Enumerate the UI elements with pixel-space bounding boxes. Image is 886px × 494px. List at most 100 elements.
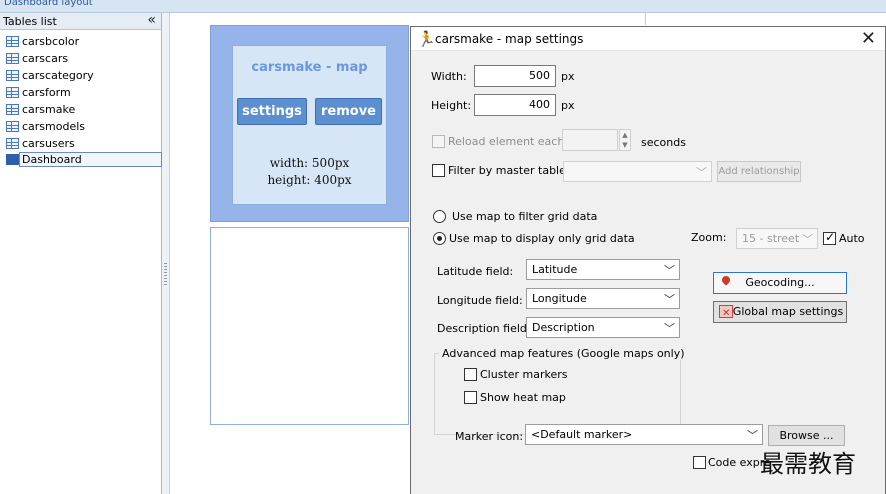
table-item-carscategory[interactable]: carscategory <box>4 68 161 83</box>
advanced-features-label: Advanced map features (Google maps only) <box>439 347 688 360</box>
browse-button[interactable]: Browse ... <box>768 425 845 446</box>
marker-icon-label: Marker icon: <box>455 430 524 443</box>
table-item-label: carscategory <box>22 69 94 82</box>
table-item-label: carsbcolor <box>22 35 80 48</box>
splitter-grip-icon[interactable] <box>164 263 167 285</box>
description-dropdown[interactable]: Description ﹀ <box>526 317 680 338</box>
latitude-label: Latitude field: <box>437 265 514 278</box>
latitude-dropdown[interactable]: Latitude ﹀ <box>526 259 680 280</box>
cluster-markers-checkbox[interactable] <box>464 368 477 381</box>
heat-map-checkbox[interactable] <box>464 391 477 404</box>
width-input[interactable]: 500 <box>474 65 556 87</box>
width-unit: px <box>561 70 575 83</box>
table-item-carsmodels[interactable]: carsmodels <box>4 119 161 134</box>
panel-splitter[interactable] <box>162 13 170 494</box>
table-item-label: carsmake <box>22 103 76 116</box>
description-value: Description <box>532 321 595 334</box>
zoom-label: Zoom: <box>691 231 727 244</box>
close-icon[interactable]: ✕ <box>861 28 876 49</box>
empty-element-cell[interactable] <box>210 227 409 425</box>
dashboard-icon <box>6 154 19 165</box>
height-input[interactable]: 400 <box>474 94 556 116</box>
geocoding-button[interactable]: Geocoding... <box>713 272 847 294</box>
tables-list-title: Tables list <box>3 15 57 28</box>
map-settings-dialog: 🏃 carsmake - map settings ✕ Width: 500 p… <box>410 26 886 494</box>
table-icon <box>6 87 19 98</box>
width-label: Width: <box>431 70 467 83</box>
add-relationship-button[interactable]: Add relationship <box>717 161 801 182</box>
longitude-dropdown[interactable]: Longitude ﹀ <box>526 288 680 309</box>
chevron-down-icon: ﹀ <box>747 429 758 442</box>
canvas-divider <box>645 13 646 25</box>
tables-list-panel: Tables list « carsbcolor carscars carsca… <box>0 12 162 494</box>
collapse-icon[interactable]: « <box>147 12 156 28</box>
window-title: Dashboard layout <box>4 0 93 8</box>
element-remove-button[interactable]: remove <box>315 98 382 125</box>
geocoding-button-label: Geocoding... <box>745 276 815 289</box>
table-item-label: Dashboard <box>22 153 82 166</box>
chevron-down-icon: ﹀ <box>802 233 813 246</box>
table-item-label: carsusers <box>22 137 75 150</box>
cluster-markers-label: Cluster markers <box>480 368 568 381</box>
table-item-carsmake[interactable]: carsmake <box>4 102 161 117</box>
element-title: carsmake - map <box>251 60 368 75</box>
chevron-down-icon: ﹀ <box>664 322 675 335</box>
dialog-title-bar[interactable]: 🏃 carsmake - map settings ✕ <box>411 27 885 51</box>
table-item-carscars[interactable]: carscars <box>4 51 161 66</box>
element-height-text: height: 400px <box>267 173 352 187</box>
element-width-text: width: 500px <box>269 156 350 170</box>
display-grid-label: Use map to display only grid data <box>449 232 635 245</box>
table-icon <box>6 53 19 64</box>
marker-icon-value: <Default marker> <box>531 428 633 441</box>
table-item-label: carsform <box>22 86 71 99</box>
table-item-dashboard[interactable]: Dashboard <box>4 152 162 167</box>
app-runner-icon: 🏃 <box>417 30 436 48</box>
reload-spinner-icon[interactable]: ▲ ▼ <box>619 129 631 151</box>
map-element-card: carsmake - map settings remove width: 50… <box>232 45 387 205</box>
filter-master-label: Filter by master table <box>448 164 566 177</box>
global-map-settings-label: Global map settings <box>732 305 844 318</box>
table-item-label: carscars <box>22 52 69 65</box>
filter-grid-radio[interactable] <box>433 210 446 223</box>
dialog-body: Width: 500 px Height: 400 px Reload elem… <box>411 51 885 494</box>
filter-grid-label: Use map to filter grid data <box>452 210 598 223</box>
latitude-value: Latitude <box>532 263 578 276</box>
zoom-value: 15 - street <box>742 232 800 245</box>
table-item-label: carsmodels <box>22 120 86 133</box>
master-table-dropdown[interactable]: ﹀ <box>563 161 712 182</box>
table-item-carsusers[interactable]: carsusers <box>4 136 161 151</box>
table-item-carsform[interactable]: carsform <box>4 85 161 100</box>
window-title-bar: Dashboard layout <box>0 0 886 13</box>
chevron-down-icon: ﹀ <box>664 293 675 306</box>
code-expression-checkbox[interactable] <box>693 456 706 469</box>
table-icon <box>6 121 19 132</box>
height-unit: px <box>561 99 575 112</box>
table-icon <box>6 104 19 115</box>
longitude-label: Longitude field: <box>437 294 523 307</box>
dialog-title: carsmake - map settings <box>435 32 584 46</box>
global-map-settings-button[interactable]: Global map settings <box>713 301 847 323</box>
reload-seconds-input[interactable] <box>562 129 618 151</box>
height-label: Height: <box>431 99 472 112</box>
marker-icon-dropdown[interactable]: <Default marker> ﹀ <box>525 424 763 445</box>
map-settings-icon <box>719 304 733 323</box>
chevron-down-icon: ﹀ <box>664 264 675 277</box>
element-settings-button[interactable]: settings <box>237 98 307 125</box>
heat-map-label: Show heat map <box>480 391 566 404</box>
reload-label: Reload element each <box>448 135 565 148</box>
table-icon <box>6 138 19 149</box>
watermark-text: 最需教育 <box>760 450 856 478</box>
table-icon <box>6 36 19 47</box>
chevron-down-icon: ﹀ <box>696 166 707 179</box>
zoom-dropdown[interactable]: 15 - street ﹀ <box>736 228 818 249</box>
display-grid-radio[interactable] <box>433 232 446 245</box>
seconds-label: seconds <box>641 136 686 149</box>
longitude-value: Longitude <box>532 292 587 305</box>
filter-master-checkbox[interactable] <box>432 164 445 177</box>
reload-checkbox[interactable] <box>432 135 445 148</box>
table-item-carsbcolor[interactable]: carsbcolor <box>4 34 161 49</box>
description-label: Description field: <box>437 322 531 335</box>
auto-zoom-checkbox[interactable] <box>823 230 836 245</box>
tables-list-header: Tables list « <box>0 12 161 30</box>
table-icon <box>6 70 19 81</box>
